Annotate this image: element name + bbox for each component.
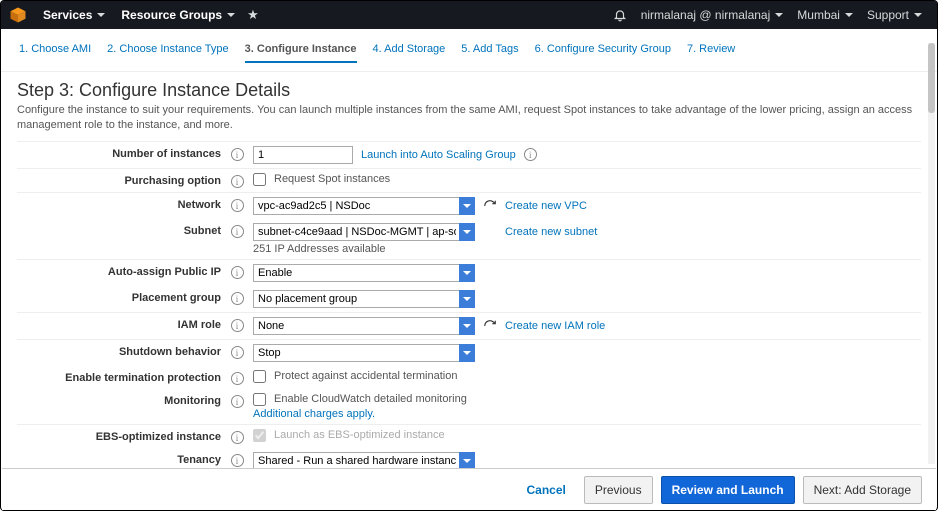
pin-icon[interactable]: ★ — [247, 7, 259, 23]
topbar: Services Resource Groups ★ nirmalanaj @ … — [1, 1, 937, 29]
wizard-steps: 1. Choose AMI 2. Choose Instance Type 3.… — [1, 29, 937, 72]
term-protect-label: Protect against accidental termination — [274, 370, 457, 382]
placement-select[interactable] — [253, 290, 475, 308]
step-1[interactable]: 1. Choose AMI — [19, 37, 91, 63]
monitor-charges-link[interactable]: Additional charges apply. — [253, 408, 921, 420]
info-icon[interactable]: i — [231, 148, 244, 161]
iam-label: IAM role — [17, 317, 227, 331]
step-7[interactable]: 7. Review — [687, 37, 735, 63]
create-vpc-link[interactable]: Create new VPC — [505, 200, 587, 212]
nav-support-label: Support — [867, 8, 909, 22]
nav-support[interactable]: Support — [860, 8, 929, 22]
footer: Cancel Previous Review and Launch Next: … — [2, 468, 936, 510]
num-instances-input[interactable] — [253, 146, 353, 164]
notifications-icon[interactable] — [606, 8, 634, 22]
step-4[interactable]: 4. Add Storage — [373, 37, 446, 63]
step-5[interactable]: 5. Add Tags — [461, 37, 518, 63]
subnet-hint: 251 IP Addresses available — [253, 243, 921, 255]
monitor-checkbox[interactable] — [253, 393, 266, 406]
network-select[interactable] — [253, 197, 475, 215]
info-icon[interactable]: i — [231, 225, 244, 238]
info-icon[interactable]: i — [231, 319, 244, 332]
create-subnet-link[interactable]: Create new subnet — [505, 226, 597, 238]
info-icon[interactable]: i — [231, 372, 244, 385]
nav-rg-label: Resource Groups — [121, 8, 222, 22]
placement-label: Placement group — [17, 290, 227, 304]
info-icon[interactable]: i — [231, 199, 244, 212]
info-icon[interactable]: i — [231, 266, 244, 279]
shutdown-label: Shutdown behavior — [17, 344, 227, 358]
refresh-icon[interactable] — [483, 319, 497, 333]
page-title: Step 3: Configure Instance Details — [17, 80, 921, 101]
request-spot-checkbox[interactable] — [253, 173, 266, 186]
info-icon[interactable]: i — [524, 148, 537, 161]
tenancy-select[interactable] — [253, 452, 475, 470]
num-instances-label: Number of instances — [17, 146, 227, 160]
scrollbar-thumb[interactable] — [928, 43, 935, 113]
next-storage-button[interactable]: Next: Add Storage — [803, 476, 922, 504]
ebs-cb-label: Launch as EBS-optimized instance — [274, 429, 445, 441]
info-icon[interactable]: i — [231, 175, 244, 188]
purchasing-label: Purchasing option — [17, 173, 227, 187]
info-icon[interactable]: i — [231, 395, 244, 408]
info-icon[interactable]: i — [231, 292, 244, 305]
chevron-down-icon — [914, 13, 922, 17]
nav-resource-groups[interactable]: Resource Groups — [113, 8, 243, 22]
nav-region[interactable]: Mumbai — [790, 8, 860, 22]
request-spot-label: Request Spot instances — [274, 173, 390, 185]
autoip-select[interactable] — [253, 264, 475, 282]
step-6[interactable]: 6. Configure Security Group — [535, 37, 671, 63]
subnet-select[interactable] — [253, 223, 475, 241]
review-and-launch-button[interactable]: Review and Launch — [661, 476, 795, 504]
scrollbar[interactable] — [928, 43, 935, 464]
step-2[interactable]: 2. Choose Instance Type — [107, 37, 229, 63]
nav-account-label: nirmalanaj @ nirmalanaj — [641, 8, 771, 22]
subnet-label: Subnet — [17, 223, 227, 237]
info-icon[interactable]: i — [231, 346, 244, 359]
chevron-down-icon — [845, 13, 853, 17]
term-protect-checkbox[interactable] — [253, 370, 266, 383]
monitor-label: Monitoring — [17, 393, 227, 407]
shutdown-select[interactable] — [253, 344, 475, 362]
iam-select[interactable] — [253, 317, 475, 335]
launch-asg-link[interactable]: Launch into Auto Scaling Group — [361, 149, 516, 161]
aws-logo-icon[interactable] — [9, 6, 27, 24]
info-icon[interactable]: i — [231, 454, 244, 467]
create-iam-link[interactable]: Create new IAM role — [505, 320, 605, 332]
chevron-down-icon — [775, 13, 783, 17]
refresh-icon[interactable] — [483, 199, 497, 213]
network-label: Network — [17, 197, 227, 211]
info-icon[interactable]: i — [231, 431, 244, 444]
main-panel: Step 3: Configure Instance Details Confi… — [1, 72, 937, 472]
previous-button[interactable]: Previous — [584, 476, 653, 504]
nav-services-label: Services — [43, 8, 92, 22]
nav-region-label: Mumbai — [797, 8, 840, 22]
step-3[interactable]: 3. Configure Instance — [245, 37, 357, 63]
chevron-down-icon — [97, 13, 105, 17]
ebs-checkbox — [253, 429, 266, 442]
window: Services Resource Groups ★ nirmalanaj @ … — [0, 0, 938, 511]
page-description: Configure the instance to suit your requ… — [17, 103, 921, 133]
autoip-label: Auto-assign Public IP — [17, 264, 227, 278]
nav-account[interactable]: nirmalanaj @ nirmalanaj — [634, 8, 791, 22]
chevron-down-icon — [227, 13, 235, 17]
ebs-label: EBS-optimized instance — [17, 429, 227, 443]
monitor-cb-label: Enable CloudWatch detailed monitoring — [274, 393, 467, 405]
nav-services[interactable]: Services — [35, 8, 113, 22]
term-label: Enable termination protection — [17, 370, 227, 384]
tenancy-label: Tenancy — [17, 452, 227, 466]
cancel-button[interactable]: Cancel — [517, 477, 576, 503]
